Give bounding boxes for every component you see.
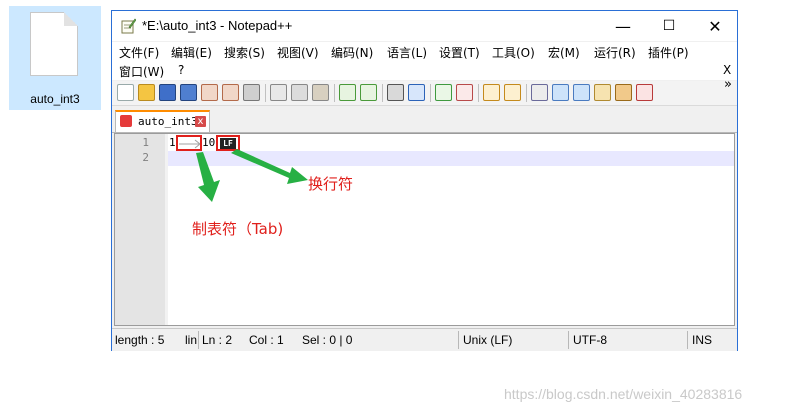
annotation-arrows xyxy=(196,149,308,202)
newline-annotation: 换行符 xyxy=(308,175,354,193)
tab-annotation: 制表符（Tab) xyxy=(192,220,284,238)
lf-arrow xyxy=(231,149,308,184)
tab-arrow xyxy=(196,152,220,202)
watermark: https://blog.csdn.net/weixin_40283816 xyxy=(504,386,743,402)
